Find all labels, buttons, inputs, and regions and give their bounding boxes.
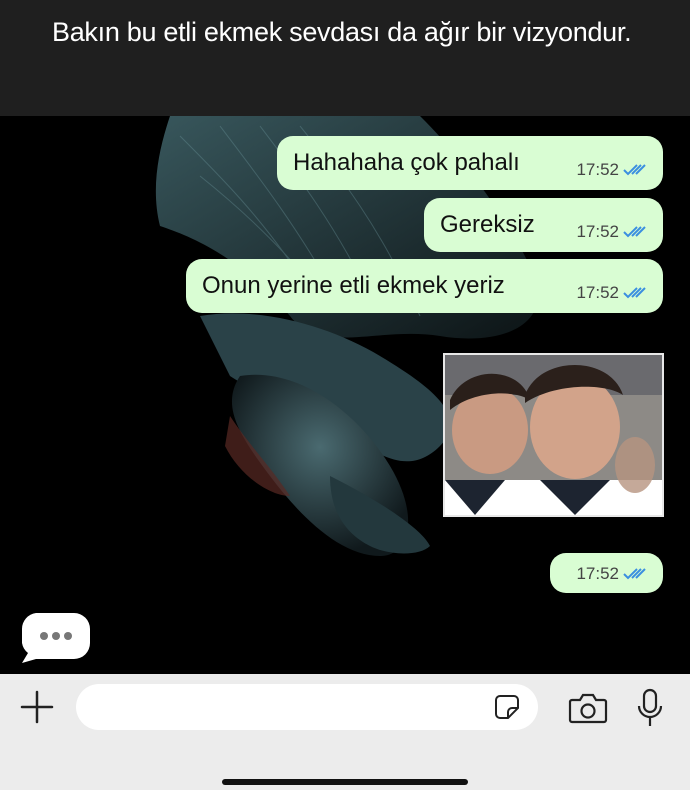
microphone-icon[interactable] [636, 688, 664, 728]
message-time: 17:52 [576, 283, 619, 302]
message-input-bar [0, 674, 690, 790]
outgoing-message[interactable]: Gereksiz 17:52 [424, 198, 663, 252]
caption-text: Bakın bu etli ekmek sevdası da ağır bir … [52, 17, 632, 47]
chat-area[interactable]: Hahahaha çok pahalı 17:52 Gereksiz 17:52… [0, 116, 690, 674]
message-meta: 17:52 [576, 564, 649, 584]
read-ticks-icon [623, 287, 646, 299]
message-text: Gereksiz [440, 211, 535, 238]
message-meta: 17:52 [576, 160, 649, 180]
message-time: 17:52 [576, 564, 619, 583]
outgoing-message[interactable]: Onun yerine etli ekmek yeriz 17:52 [186, 259, 663, 313]
plus-icon[interactable] [20, 690, 54, 724]
outgoing-message[interactable]: 17:52 [550, 553, 663, 593]
typing-indicator-icon [22, 613, 90, 663]
message-meta: 17:52 [576, 283, 649, 303]
read-ticks-icon [623, 568, 646, 580]
read-ticks-icon [623, 226, 646, 238]
camera-icon[interactable] [568, 692, 608, 724]
story-caption: Bakın bu etli ekmek sevdası da ağır bir … [0, 0, 690, 116]
sticker-icon[interactable] [494, 694, 520, 720]
message-meta: 17:52 [576, 222, 649, 242]
outgoing-message[interactable]: Hahahaha çok pahalı 17:52 [277, 136, 663, 190]
message-input[interactable] [76, 684, 538, 730]
message-time: 17:52 [576, 222, 619, 241]
read-ticks-icon [623, 164, 646, 176]
home-indicator[interactable] [222, 779, 468, 785]
message-text: Onun yerine etli ekmek yeriz [202, 272, 505, 299]
image-message-thumbnail[interactable] [443, 353, 664, 517]
message-time: 17:52 [576, 160, 619, 179]
photo-thumbnail-icon [445, 355, 662, 515]
message-text: Hahahaha çok pahalı [293, 149, 520, 176]
